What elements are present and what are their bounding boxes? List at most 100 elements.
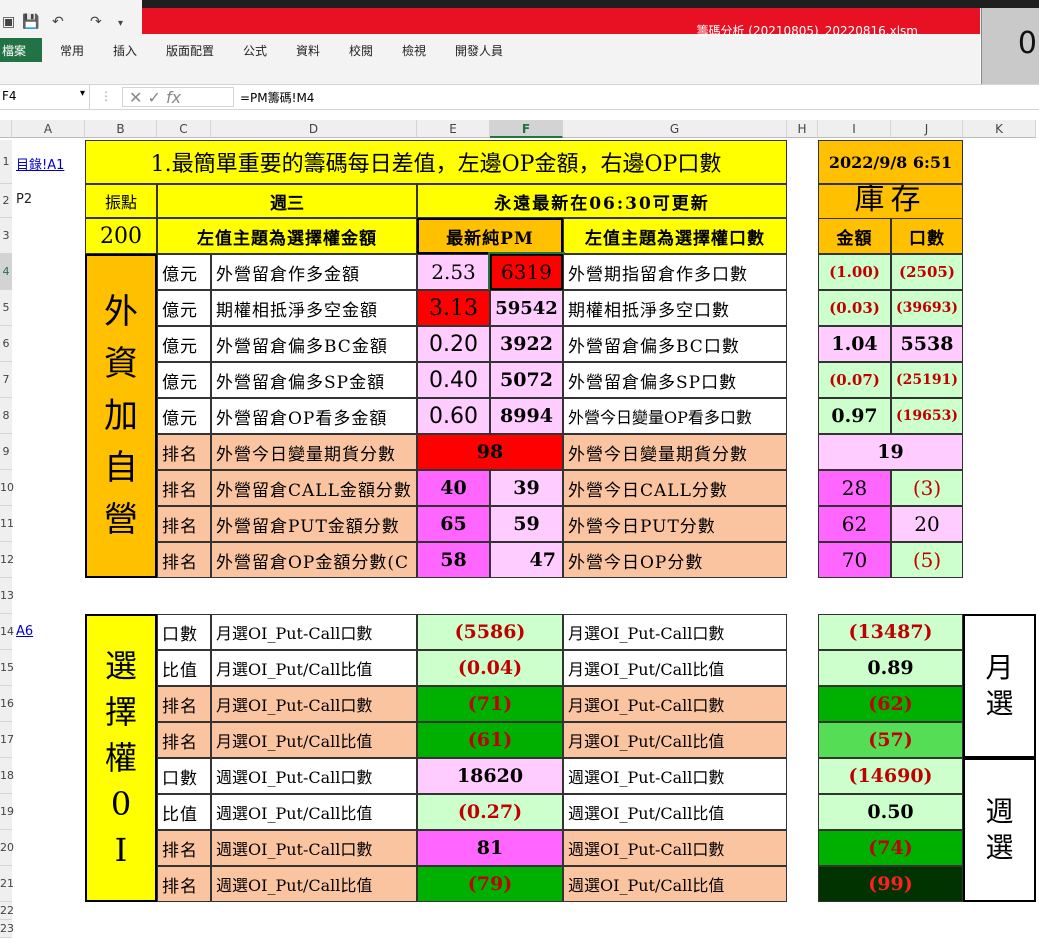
tab-developer[interactable]: 開發人員 [455,42,503,59]
row-header[interactable]: 4 [0,254,12,290]
unit-cell: 億元 [157,398,211,434]
row-header[interactable]: 21 [0,866,14,902]
taskbar-strip [142,0,1039,8]
ij-value: (57) [818,722,963,758]
row-header[interactable]: 2 [0,184,12,218]
right-topic-cell: 外營留倉偏多SP口數 [563,362,787,398]
i-value: 62 [818,506,891,542]
row-header[interactable]: 16 [0,686,14,722]
right-topic-cell: 外營今日CALL分數 [563,470,787,506]
unit-cell: 排名 [157,506,211,542]
row-header[interactable]: 3 [0,218,12,254]
row-header[interactable]: 15 [0,650,14,686]
tab-insert[interactable]: 插入 [113,42,137,59]
tab-review[interactable]: 校閱 [349,42,373,59]
ij-value: (14690) [818,758,963,794]
left-topic-cell: 外營留倉作多金額 [211,254,417,290]
undo-icon[interactable]: ↶ [52,14,64,30]
col-header-d[interactable]: D [211,120,417,138]
col-header-a[interactable]: A [12,120,85,138]
f-value: 59 [490,506,563,542]
left-topic-cell: 週選OI_Put-Call口數 [211,830,417,866]
name-box[interactable]: F4 ▾ [0,85,90,109]
sheet-title: 1.最簡單重要的籌碼每日差值，左邊OP金額，右邊OP口數 [85,140,787,184]
label-char: 加 [104,396,138,436]
row-header[interactable]: 9 [0,434,12,470]
row-header[interactable]: 11 [0,506,14,542]
left-topic-cell: 外營今日變量期貨分數 [211,434,417,470]
row-header[interactable]: 6 [0,326,12,362]
unit-cell: 億元 [157,254,211,290]
row-header[interactable]: 10 [0,470,14,506]
row-header[interactable]: 12 [0,542,14,578]
left-topic-cell: 月選OI_Put/Call比值 [211,722,417,758]
row-header[interactable]: 18 [0,758,14,794]
row-header[interactable]: 8 [0,398,12,434]
link-toc[interactable]: 目錄!A1 [16,154,64,173]
ef-value: 18620 [417,758,563,794]
enter-icon[interactable]: ✓ [148,88,161,107]
weekday-label: 週三 [157,184,417,218]
f-value-selected[interactable]: 6319 [488,252,565,292]
row-header[interactable]: 19 [0,794,14,830]
right-topic-cell: 週選OI_Put-Call口數 [563,758,787,794]
unit-cell: 比值 [157,794,211,830]
e-value: 0.20 [417,326,490,362]
row-header[interactable]: 17 [0,722,14,758]
i-value: (0.07) [818,362,891,398]
right-topic-header: 左值主題為選擇權口數 [563,218,787,254]
formula-input[interactable]: =PM籌碼!M4 [240,89,314,106]
col-header-g[interactable]: G [563,120,787,138]
row-header[interactable]: 7 [0,362,12,398]
col-header-i[interactable]: I [818,120,891,138]
right-topic-cell: 外營留倉偏多BC口數 [563,326,787,362]
i-value: 0.97 [818,398,891,434]
link-a6[interactable]: A6 [16,624,33,639]
col-header-j[interactable]: J [891,120,963,138]
redo-icon[interactable]: ↷ [90,14,102,30]
row-header[interactable]: 23 [0,920,14,938]
ribbon-tabs: 常用 插入 版面配置 公式 資料 校閱 檢視 開發人員 [0,38,980,62]
right-topic-cell: 外營今日PUT分數 [563,506,787,542]
unit-cell: 億元 [157,362,211,398]
function-icon[interactable]: fx [166,88,181,107]
unit-cell: 比值 [157,650,211,686]
f-value: 8994 [490,398,563,434]
row-header[interactable]: 1 [0,140,12,184]
row-header[interactable]: 22 [0,902,14,920]
row-header[interactable]: 20 [0,830,14,866]
tab-view[interactable]: 檢視 [402,42,426,59]
col-header-k[interactable]: K [963,120,1036,138]
row-header[interactable]: 5 [0,290,12,326]
unit-cell: 排名 [157,686,211,722]
chevron-down-icon[interactable]: ▾ [80,88,85,99]
col-header-e[interactable]: E [417,120,490,138]
col-header-f[interactable]: F [490,120,563,138]
cancel-icon[interactable]: ✕ [129,88,142,107]
col-header-c[interactable]: C [157,120,211,138]
ef-value: 81 [417,830,563,866]
row-header[interactable]: 13 [0,578,14,614]
row-header[interactable]: 14 [0,614,14,650]
left-topic-cell: 期權相抵淨多空金額 [211,290,417,326]
tab-file[interactable]: 檔案 [0,38,42,62]
col-header-b[interactable]: B [85,120,157,138]
unit-cell: 排名 [157,722,211,758]
f-value: 59542 [490,290,563,326]
ribbon-body [0,62,980,84]
excel-icon[interactable]: ▣ [2,14,15,30]
col-header-h[interactable]: H [787,120,818,138]
unit-cell: 億元 [157,290,211,326]
tab-page-layout[interactable]: 版面配置 [166,42,214,59]
save-icon[interactable]: 💾 [22,14,39,30]
i-value: 1.04 [818,326,891,362]
customize-qat-icon[interactable]: ▾ [118,18,123,29]
right-topic-cell: 外營期指留倉作多口數 [563,254,787,290]
inventory-label: 庫存 [818,184,963,218]
tab-formulas[interactable]: 公式 [243,42,267,59]
f-value: 3922 [490,326,563,362]
tab-data[interactable]: 資料 [296,42,320,59]
right-topic-cell: 外營今日變量期貨分數 [563,434,787,470]
tab-home[interactable]: 常用 [60,42,84,59]
select-all-corner[interactable] [0,120,12,138]
